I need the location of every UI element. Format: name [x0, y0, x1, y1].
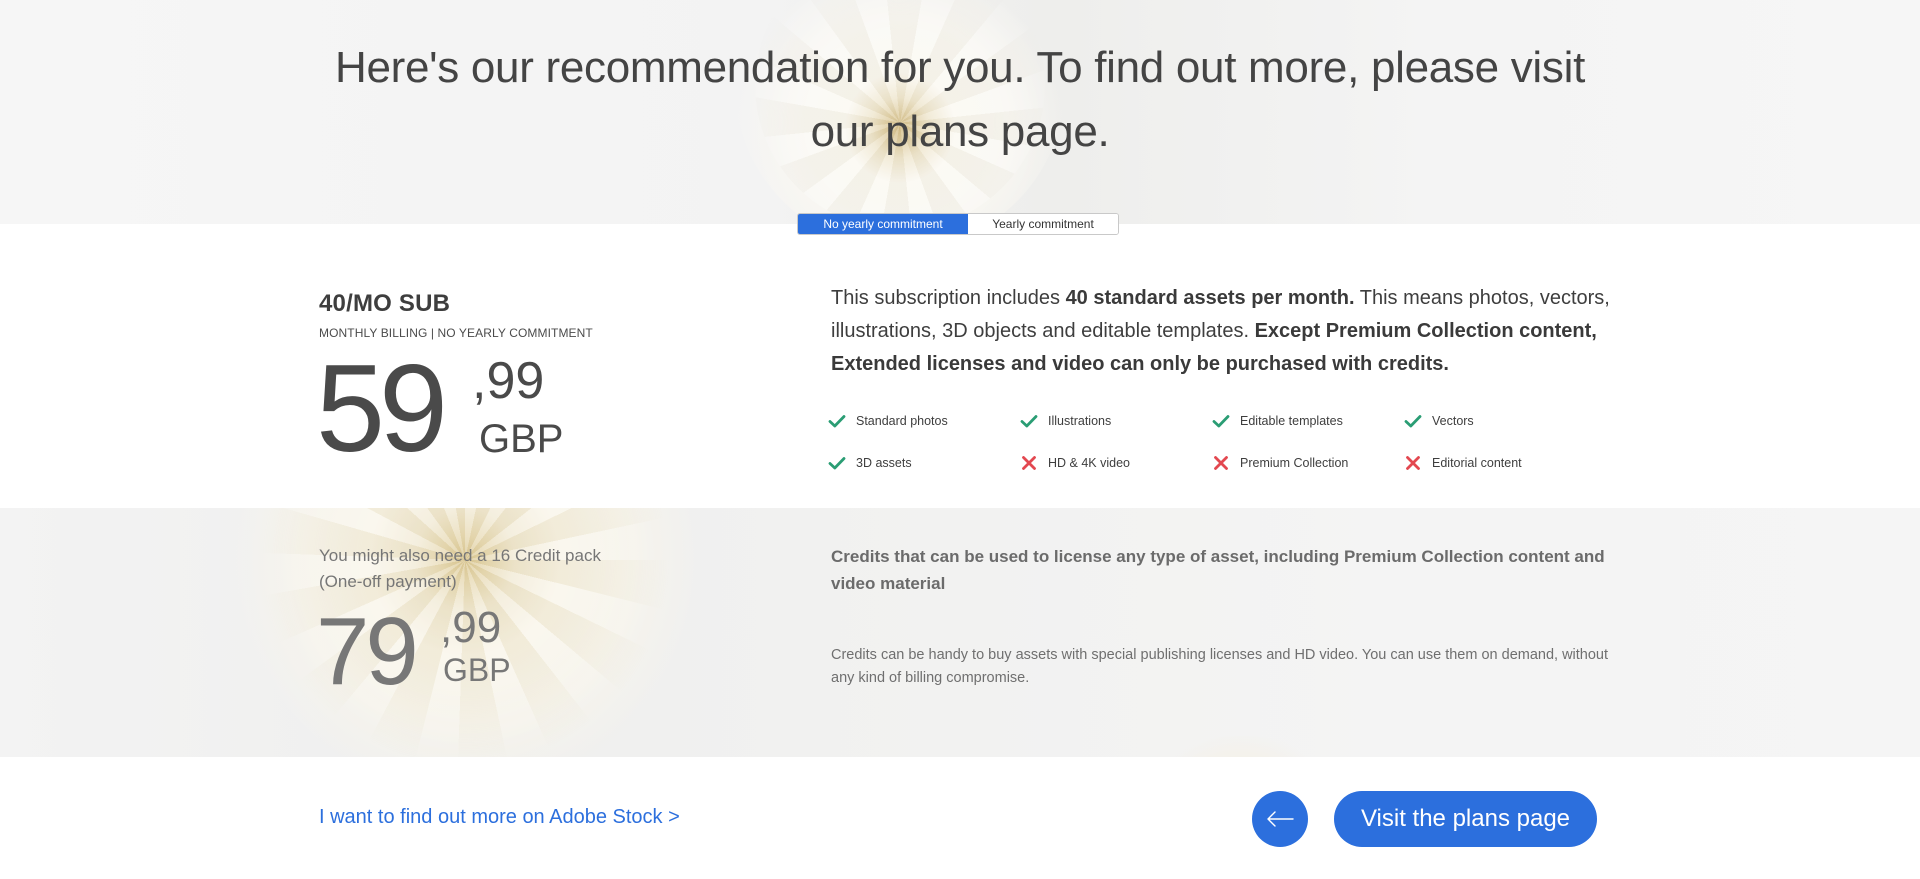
feature-label: Standard photos: [856, 414, 948, 428]
feature-item: Illustrations: [1020, 410, 1212, 432]
feature-item: Standard photos: [828, 410, 1020, 432]
credit-pack-price-currency: GBP: [443, 652, 511, 688]
adobe-stock-more-link[interactable]: I want to find out more on Adobe Stock >: [319, 806, 680, 829]
feature-label: Editable templates: [1240, 414, 1343, 428]
credits-small-pumpkin-image: [1150, 736, 1330, 757]
check-icon: [828, 415, 846, 428]
plan-description-bold: 40 standard assets per month.: [1065, 287, 1355, 309]
page-title: Here's our recommendation for you. To fi…: [334, 43, 1586, 156]
plan-billing: MONTHLY BILLING | NO YEARLY COMMITMENT: [319, 326, 593, 340]
feature-item: Editable templates: [1212, 410, 1404, 432]
check-icon: [1212, 415, 1230, 428]
plan-description: This subscription includes 40 standard a…: [831, 282, 1611, 381]
cross-icon: [1022, 456, 1036, 470]
feature-label: Editorial content: [1432, 456, 1522, 470]
plan-price-whole: 59: [316, 340, 448, 478]
arrow-left-icon: [1267, 811, 1294, 827]
credit-pack-price-cents: ,99: [440, 603, 502, 652]
feature-label: Vectors: [1432, 414, 1474, 428]
credit-pack-price-whole: 79: [316, 598, 419, 705]
feature-item: Vectors: [1404, 410, 1596, 432]
visit-plans-page-button[interactable]: Visit the plans page: [1334, 791, 1597, 847]
feature-list: Standard photos Illustrations Editable t…: [828, 410, 1618, 474]
feature-label: Premium Collection: [1240, 456, 1349, 470]
back-button[interactable]: [1252, 791, 1308, 847]
check-icon: [1020, 415, 1038, 428]
plan-price-currency: GBP: [479, 417, 564, 461]
toggle-no-yearly-commitment[interactable]: No yearly commitment: [798, 214, 968, 234]
toggle-yearly-commitment[interactable]: Yearly commitment: [968, 214, 1118, 234]
cross-icon: [1406, 456, 1420, 470]
credit-pack-title: You might also need a 16 Credit pack (On…: [319, 546, 601, 591]
hero-banner: Here's our recommendation for you. To fi…: [0, 0, 1920, 224]
feature-label: 3D assets: [856, 456, 912, 470]
check-icon: [828, 457, 846, 470]
feature-label: Illustrations: [1048, 414, 1112, 428]
commitment-toggle: No yearly commitment Yearly commitment: [797, 213, 1119, 235]
feature-item: HD & 4K video: [1020, 452, 1212, 474]
feature-item: 3D assets: [828, 452, 1020, 474]
feature-label: HD & 4K video: [1048, 456, 1130, 470]
cross-icon: [1214, 456, 1228, 470]
plan-name: 40/MO SUB: [319, 290, 451, 317]
plan-price-cents: ,99: [472, 352, 545, 410]
feature-item: Editorial content: [1404, 452, 1596, 474]
feature-item: Premium Collection: [1212, 452, 1404, 474]
check-icon: [1404, 415, 1422, 428]
plan-description-text: This subscription includes: [831, 287, 1066, 309]
credits-heading: Credits that can be used to license any …: [831, 547, 1605, 593]
credits-body: Credits can be handy to buy assets with …: [831, 647, 1609, 686]
